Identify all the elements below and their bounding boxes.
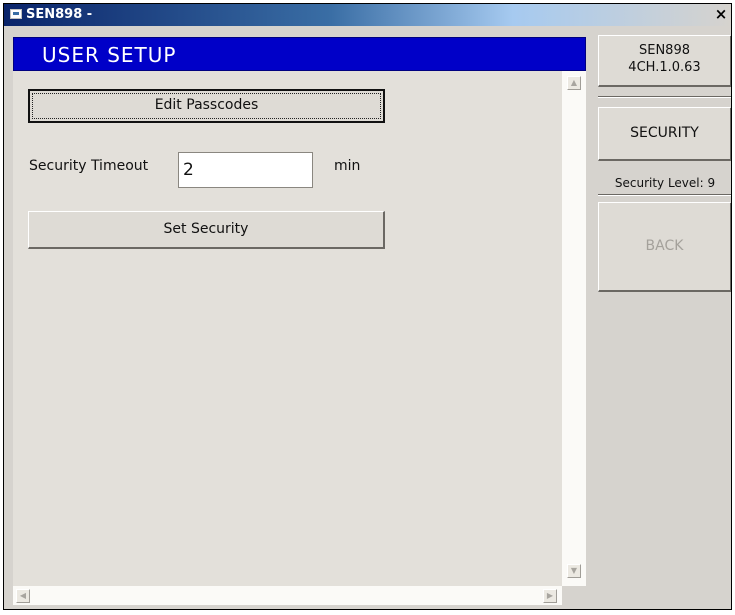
security-button[interactable]: SECURITY	[598, 107, 731, 161]
edit-passcodes-label: Edit Passcodes	[154, 97, 259, 113]
main-window: SEN898 - × USER SETUP Edit Passcodes Sec…	[3, 3, 732, 610]
edit-passcodes-button[interactable]: Edit Passcodes	[28, 89, 385, 123]
window-title: SEN898 -	[26, 7, 93, 22]
security-timeout-label: Security Timeout	[29, 158, 149, 174]
panel-title: USER SETUP	[42, 43, 177, 67]
scroll-down-arrow-icon[interactable]: ▼	[567, 564, 581, 578]
back-button[interactable]: BACK	[598, 202, 731, 292]
content-area	[13, 71, 562, 586]
set-security-label: Set Security	[163, 221, 249, 237]
back-button-label: BACK	[645, 238, 684, 254]
device-version-box: SEN898 4CH.1.0.63	[598, 35, 731, 87]
panel-header: USER SETUP	[13, 37, 586, 71]
security-level-text: Security Level: 9	[614, 176, 716, 190]
set-security-button[interactable]: Set Security	[28, 211, 385, 249]
sidebar-divider-lower	[598, 194, 731, 196]
scroll-left-arrow-icon[interactable]: ◀	[16, 589, 30, 603]
app-window-icon	[10, 9, 22, 19]
security-timeout-input[interactable]	[178, 152, 313, 188]
sidebar-divider	[598, 96, 731, 98]
security-button-label: SECURITY	[630, 125, 699, 141]
close-icon[interactable]: ×	[713, 6, 729, 22]
scrollbar-corner	[562, 586, 586, 605]
vertical-scrollbar[interactable]: ▲ ▼	[562, 71, 586, 586]
scroll-up-arrow-icon[interactable]: ▲	[567, 76, 581, 90]
scroll-right-arrow-icon[interactable]: ▶	[543, 589, 557, 603]
device-name: SEN898	[638, 43, 690, 58]
title-bar: SEN898 - ×	[4, 4, 731, 26]
timeout-unit-label: min	[334, 158, 361, 174]
horizontal-scrollbar[interactable]: ◀ ▶	[13, 586, 562, 605]
firmware-version: 4CH.1.0.63	[628, 60, 701, 75]
